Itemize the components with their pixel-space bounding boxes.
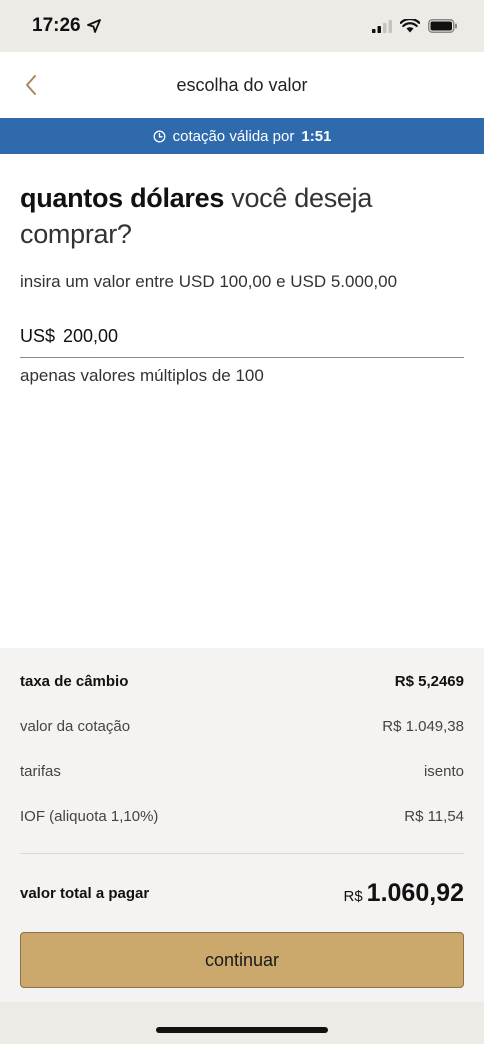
total-currency: R$ bbox=[343, 887, 363, 905]
timer-label: cotação válida por bbox=[172, 127, 295, 145]
total-value: R$ 1.060,92 bbox=[343, 879, 464, 908]
summary-label: IOF (aliquota 1,10%) bbox=[20, 808, 159, 825]
summary-label: tarifas bbox=[20, 763, 61, 780]
home-indicator[interactable] bbox=[156, 1027, 328, 1033]
summary-panel: taxa de câmbio R$ 5,2469 valor da cotaçã… bbox=[0, 648, 484, 1002]
location-arrow-icon bbox=[86, 19, 101, 33]
status-icons bbox=[372, 19, 458, 33]
cellular-signal-icon bbox=[372, 19, 392, 33]
summary-label: valor da cotação bbox=[20, 718, 131, 735]
quote-timer-banner: cotação válida por 1:51 bbox=[0, 118, 484, 154]
back-button[interactable] bbox=[14, 68, 48, 102]
summary-row-iof: IOF (aliquota 1,10%) R$ 11,54 bbox=[20, 794, 464, 839]
summary-row-exchange-rate: taxa de câmbio R$ 5,2469 bbox=[20, 659, 464, 704]
amount-input[interactable] bbox=[63, 326, 264, 347]
total-label: valor total a pagar bbox=[20, 884, 150, 902]
summary-value: isento bbox=[423, 763, 464, 780]
wifi-icon bbox=[400, 19, 420, 33]
status-bar: 17:26 bbox=[0, 0, 484, 52]
summary-value: R$ 1.049,38 bbox=[382, 718, 464, 735]
battery-icon bbox=[428, 19, 457, 33]
range-hint: insira um valor entre USD 100,00 e USD 5… bbox=[20, 272, 398, 291]
summary-row-quote-value: valor da cotação R$ 1.049,38 bbox=[20, 704, 464, 749]
main-content: quantos dólares você deseja comprar? ins… bbox=[20, 154, 464, 386]
summary-value: R$ 5,2469 bbox=[394, 673, 464, 690]
home-indicator-area bbox=[0, 1002, 484, 1044]
amount-helper-text: apenas valores múltiplos de 100 bbox=[20, 366, 264, 385]
timer-value: 1:51 bbox=[301, 127, 332, 145]
status-time-text: 17:26 bbox=[32, 15, 81, 36]
nav-bar: escolha do valor bbox=[0, 52, 484, 118]
question-bold: quantos dólares bbox=[20, 183, 225, 213]
question-heading: quantos dólares você deseja comprar? bbox=[20, 180, 464, 252]
amount-field[interactable]: US$ bbox=[20, 316, 464, 358]
clock-icon bbox=[153, 130, 166, 142]
total-amount: 1.060,92 bbox=[366, 878, 464, 907]
summary-value: R$ 11,54 bbox=[404, 808, 464, 825]
summary-label: taxa de câmbio bbox=[20, 673, 129, 690]
page-title: escolha do valor bbox=[176, 74, 308, 95]
status-time: 17:26 bbox=[32, 15, 101, 37]
amount-currency: US$ bbox=[20, 326, 56, 346]
total-row: valor total a pagar R$ 1.060,92 bbox=[20, 854, 464, 932]
chevron-left-icon bbox=[26, 75, 36, 95]
continue-button[interactable]: continuar bbox=[20, 932, 464, 988]
summary-row-fees: tarifas isento bbox=[20, 749, 464, 794]
